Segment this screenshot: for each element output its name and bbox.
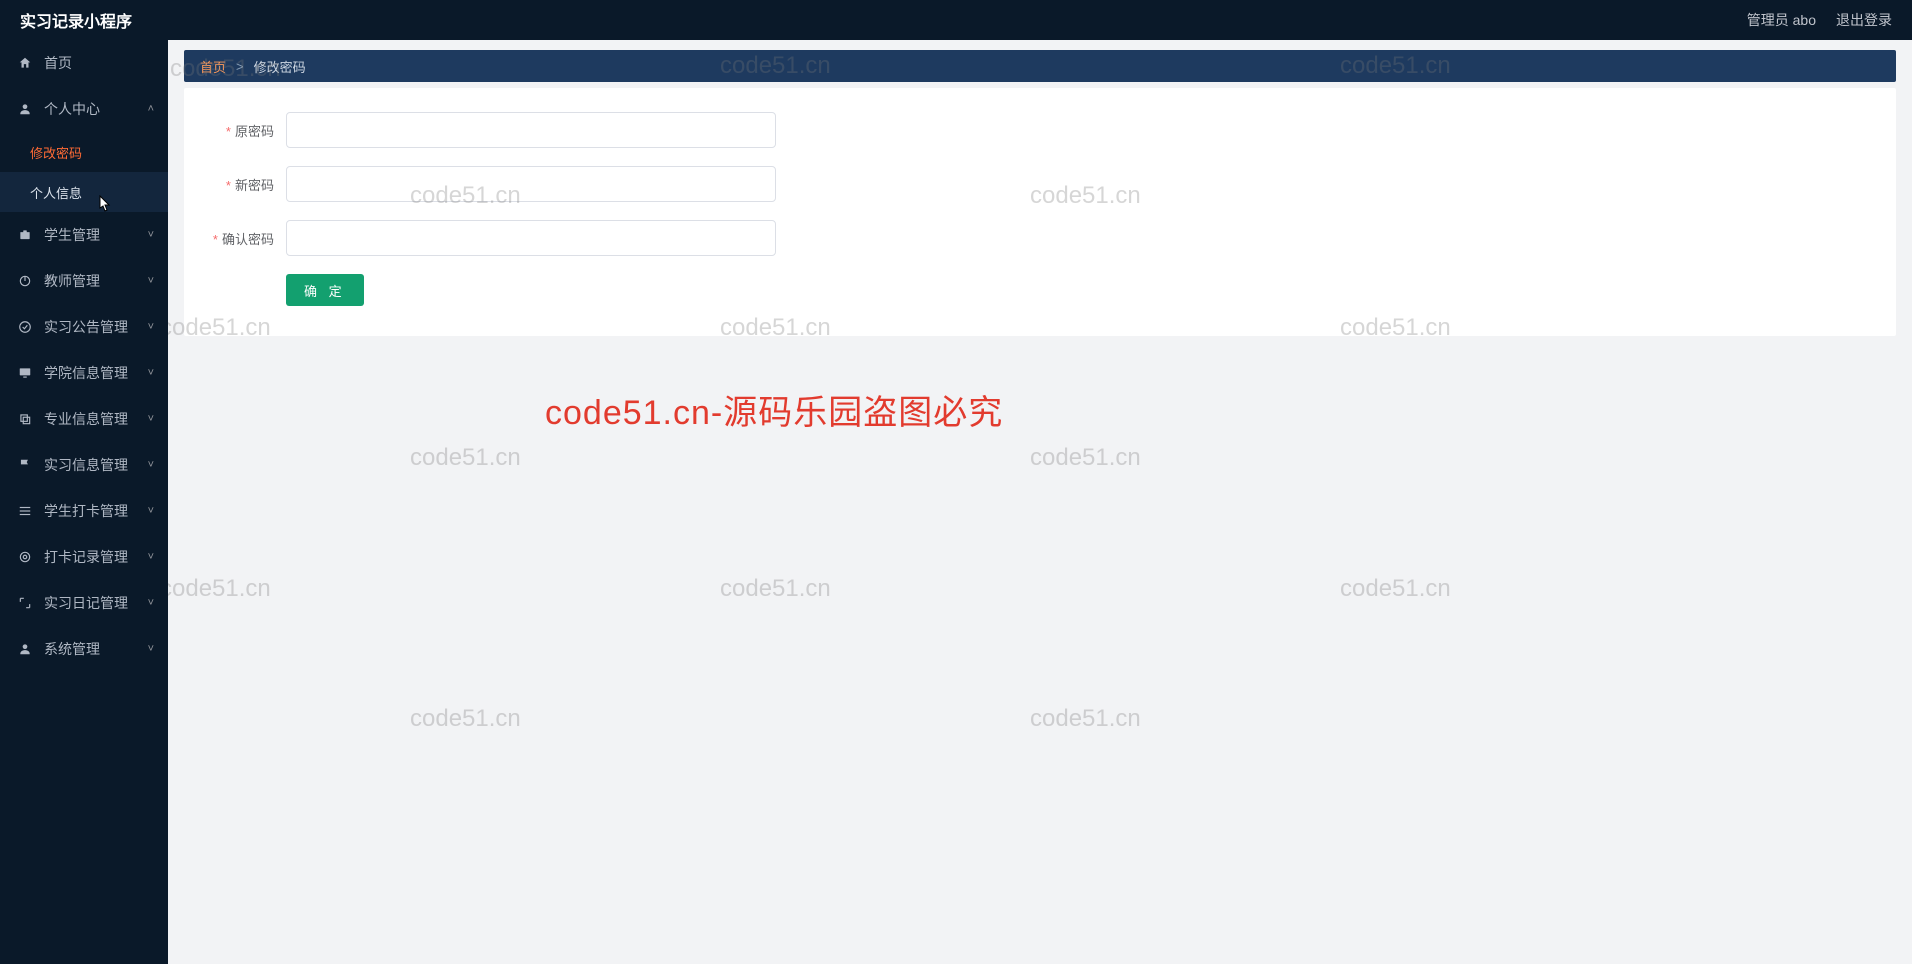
sidebar-item-diary-mgmt[interactable]: 实习日记管理 ˅ (0, 580, 168, 626)
sidebar-label: 个人信息 (30, 183, 82, 202)
sidebar-label: 实习日记管理 (44, 593, 128, 613)
breadcrumb-home[interactable]: 首页 (200, 57, 226, 76)
confirm-button[interactable]: 确 定 (286, 274, 364, 306)
form-row-old-password: *原密码 (204, 112, 1876, 148)
input-confirm-password[interactable] (286, 220, 776, 256)
list-icon (16, 504, 34, 518)
chevron-down-icon: ˅ (148, 367, 154, 379)
sidebar-item-teacher-mgmt[interactable]: 教师管理 ˅ (0, 258, 168, 304)
power-icon (16, 274, 34, 288)
copy-icon (16, 412, 34, 426)
flag-icon (16, 458, 34, 472)
chevron-down-icon: ˅ (148, 459, 154, 471)
sidebar-label: 学院信息管理 (44, 363, 128, 383)
app-header: 实习记录小程序 管理员 abo 退出登录 (0, 0, 1912, 40)
expand-icon (16, 596, 34, 610)
logout-link[interactable]: 退出登录 (1836, 10, 1892, 30)
sidebar-item-student-mgmt[interactable]: 学生管理 ˅ (0, 212, 168, 258)
chevron-down-icon: ˅ (148, 413, 154, 425)
briefcase-icon (16, 228, 34, 242)
home-icon (16, 56, 34, 70)
sidebar-item-checkin-mgmt[interactable]: 学生打卡管理 ˅ (0, 488, 168, 534)
breadcrumb-current: 修改密码 (254, 57, 306, 76)
sidebar-label: 学生管理 (44, 225, 100, 245)
form-row-confirm-password: *确认密码 (204, 220, 1876, 256)
sidebar-subitem-personal-info[interactable]: 个人信息 (0, 172, 168, 212)
sidebar-item-home[interactable]: 首页 (0, 40, 168, 86)
input-old-password[interactable] (286, 112, 776, 148)
user-icon (16, 642, 34, 656)
user-icon (16, 102, 34, 116)
chevron-down-icon: ˅ (148, 321, 154, 333)
header-right: 管理员 abo 退出登录 (1747, 10, 1892, 30)
chevron-down-icon: ˅ (148, 597, 154, 609)
chevron-down-icon: ˅ (148, 275, 154, 287)
sidebar-item-announce-mgmt[interactable]: 实习公告管理 ˅ (0, 304, 168, 350)
chevron-down-icon: ˅ (148, 643, 154, 655)
app-title: 实习记录小程序 (20, 8, 132, 32)
sidebar-label: 教师管理 (44, 271, 100, 291)
sidebar-item-intern-info-mgmt[interactable]: 实习信息管理 ˅ (0, 442, 168, 488)
input-new-password[interactable] (286, 166, 776, 202)
label-new-password: *新密码 (204, 175, 274, 194)
form-row-new-password: *新密码 (204, 166, 1876, 202)
cursor-pointer-icon (95, 195, 111, 215)
sidebar-item-system-mgmt[interactable]: 系统管理 ˅ (0, 626, 168, 672)
label-text: 确认密码 (222, 232, 274, 247)
sidebar-label: 打卡记录管理 (44, 547, 128, 567)
chevron-down-icon: ˅ (148, 229, 154, 241)
label-text: 原密码 (235, 124, 274, 139)
user-label[interactable]: 管理员 abo (1747, 10, 1816, 30)
sidebar-label: 专业信息管理 (44, 409, 128, 429)
breadcrumb-sep: > (236, 59, 244, 74)
breadcrumb: 首页 > 修改密码 (184, 50, 1896, 82)
target-icon (16, 550, 34, 564)
chevron-up-icon: ˄ (148, 103, 154, 115)
sidebar-subitem-change-password[interactable]: 修改密码 (0, 132, 168, 172)
sidebar-label: 实习信息管理 (44, 455, 128, 475)
chevron-down-icon: ˅ (148, 551, 154, 563)
sidebar-item-personal-center[interactable]: 个人中心 ˄ (0, 86, 168, 132)
sidebar-item-major-mgmt[interactable]: 专业信息管理 ˅ (0, 396, 168, 442)
monitor-icon (16, 366, 34, 380)
circle-check-icon (16, 320, 34, 334)
label-old-password: *原密码 (204, 121, 274, 140)
button-row: 确 定 (204, 274, 1876, 306)
chevron-down-icon: ˅ (148, 505, 154, 517)
sidebar-label: 首页 (44, 53, 72, 73)
sidebar: 首页 个人中心 ˄ 修改密码 个人信息 学生管理 ˅ 教师管理 ˅ 实习公告管理… (0, 40, 168, 964)
sidebar-label: 实习公告管理 (44, 317, 128, 337)
sidebar-item-checkin-record-mgmt[interactable]: 打卡记录管理 ˅ (0, 534, 168, 580)
sidebar-label: 个人中心 (44, 99, 100, 119)
label-confirm-password: *确认密码 (204, 229, 274, 248)
form-panel: *原密码 *新密码 *确认密码 确 定 (184, 88, 1896, 336)
sidebar-item-college-mgmt[interactable]: 学院信息管理 ˅ (0, 350, 168, 396)
main-content: 首页 > 修改密码 *原密码 *新密码 *确认密码 确 定 (168, 40, 1912, 964)
label-text: 新密码 (235, 178, 274, 193)
sidebar-label: 修改密码 (30, 143, 82, 162)
sidebar-label: 系统管理 (44, 639, 100, 659)
sidebar-label: 学生打卡管理 (44, 501, 128, 521)
